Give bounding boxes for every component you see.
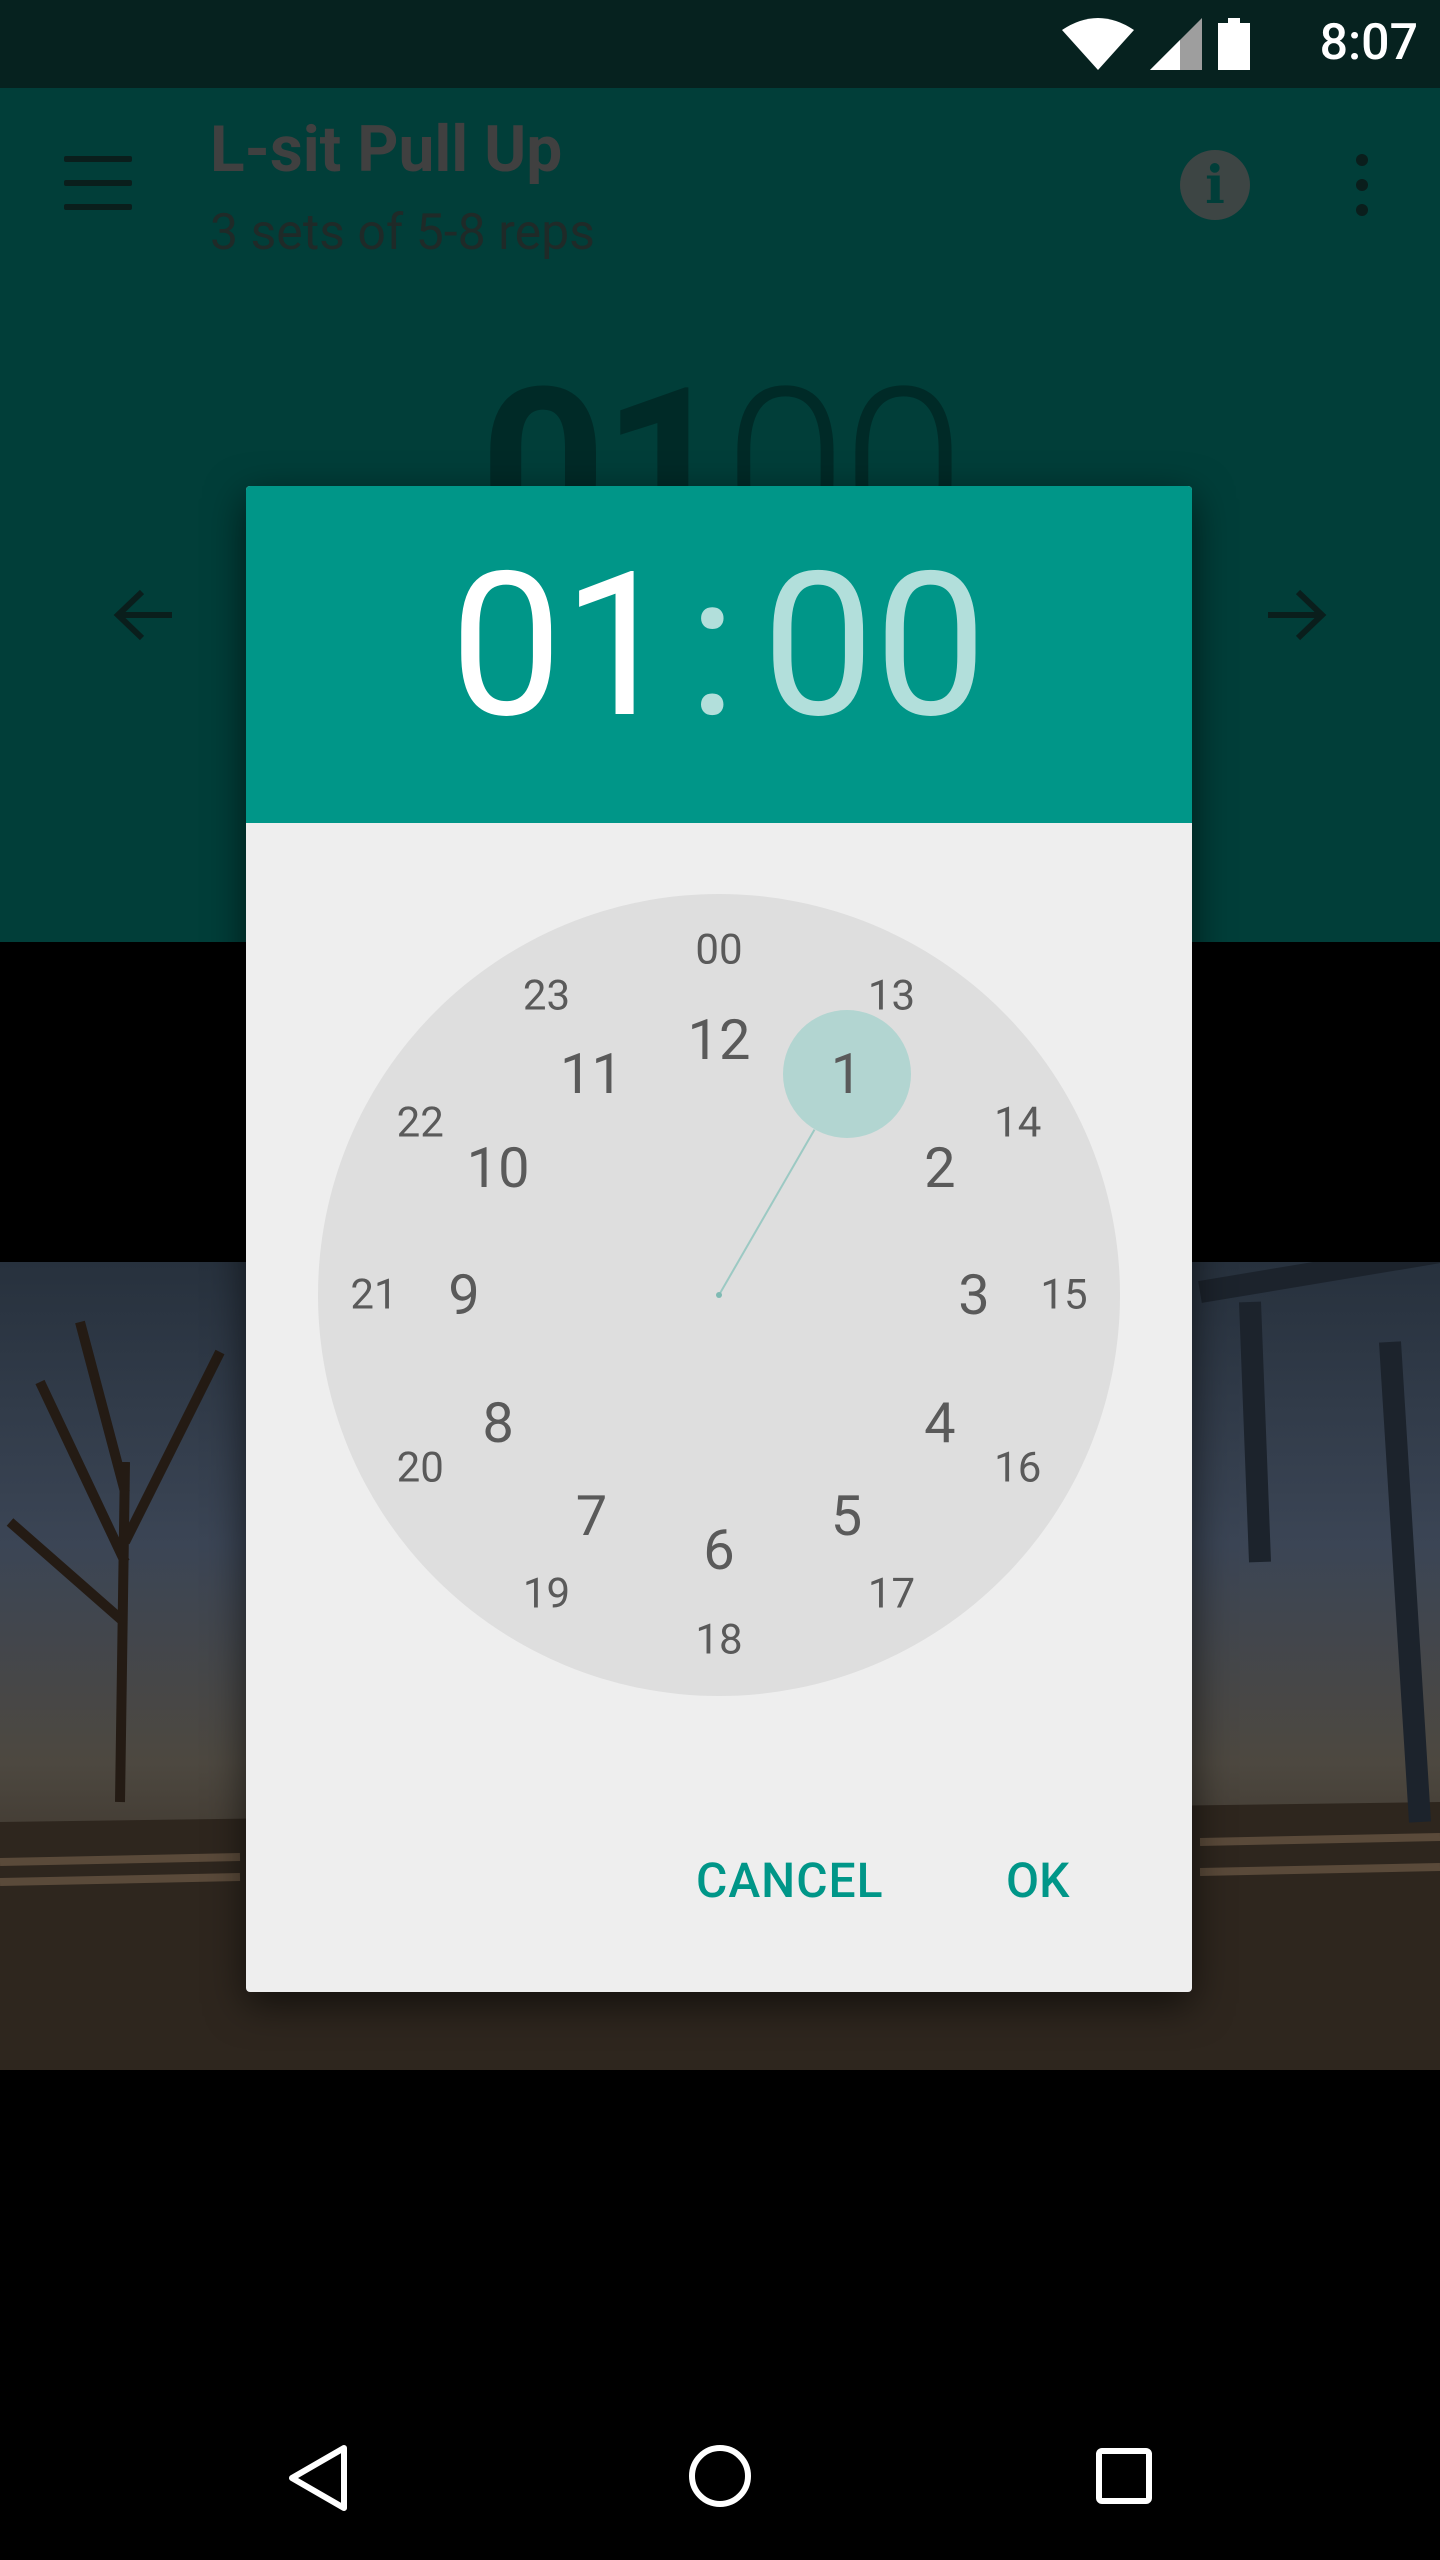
clock-hour-7[interactable]: 7 (576, 1483, 607, 1549)
clock-hour-outer-16[interactable]: 16 (994, 1443, 1041, 1492)
cancel-button[interactable]: CANCEL (696, 1852, 884, 1909)
clock-hour-5[interactable]: 5 (831, 1483, 862, 1549)
clock-hour-outer-21[interactable]: 21 (350, 1271, 397, 1320)
clock-hour-8[interactable]: 8 (482, 1390, 513, 1456)
clock-hour-9[interactable]: 9 (448, 1262, 479, 1328)
clock-hour-outer-22[interactable]: 22 (397, 1098, 444, 1147)
clock-hour-outer-15[interactable]: 15 (1040, 1271, 1087, 1320)
ok-button[interactable]: OK (1006, 1852, 1069, 1909)
hour-display[interactable]: 01 (450, 546, 675, 746)
clock-hour-11[interactable]: 11 (560, 1041, 623, 1107)
clock-hour-outer-17[interactable]: 17 (868, 1569, 915, 1618)
clock-hour-outer-14[interactable]: 14 (994, 1098, 1041, 1147)
clock-hour-outer-23[interactable]: 23 (523, 972, 570, 1021)
clock-hour-12[interactable]: 12 (688, 1007, 751, 1073)
clock-hour-10[interactable]: 10 (467, 1135, 530, 1201)
time-picker-dialog: 01 : 00 12 1 2 3 4 5 6 7 8 9 10 11 00 13 14 15 16 17 18 19… (246, 486, 1192, 1992)
clock-hour-6[interactable]: 6 (703, 1517, 734, 1583)
minute-display[interactable]: 00 (762, 546, 987, 746)
clock-hour-2[interactable]: 2 (924, 1135, 955, 1201)
clock-hour-outer-20[interactable]: 20 (397, 1443, 444, 1492)
time-separator: : (688, 528, 737, 763)
clock-hour-1[interactable]: 1 (831, 1041, 862, 1107)
clock-hour-3[interactable]: 3 (958, 1262, 989, 1328)
clock-hour-outer-13[interactable]: 13 (868, 972, 915, 1021)
clock-hour-4[interactable]: 4 (924, 1390, 955, 1456)
clock-hour-outer-00[interactable]: 00 (695, 926, 742, 975)
clock-hour-outer-19[interactable]: 19 (523, 1569, 570, 1618)
time-picker-header: 01 : 00 (246, 486, 1192, 823)
clock-face[interactable]: 12 1 2 3 4 5 6 7 8 9 10 11 00 13 14 15 16 17 18 19 20 21 22 23 (318, 894, 1120, 1696)
clock-hour-outer-18[interactable]: 18 (695, 1616, 742, 1665)
